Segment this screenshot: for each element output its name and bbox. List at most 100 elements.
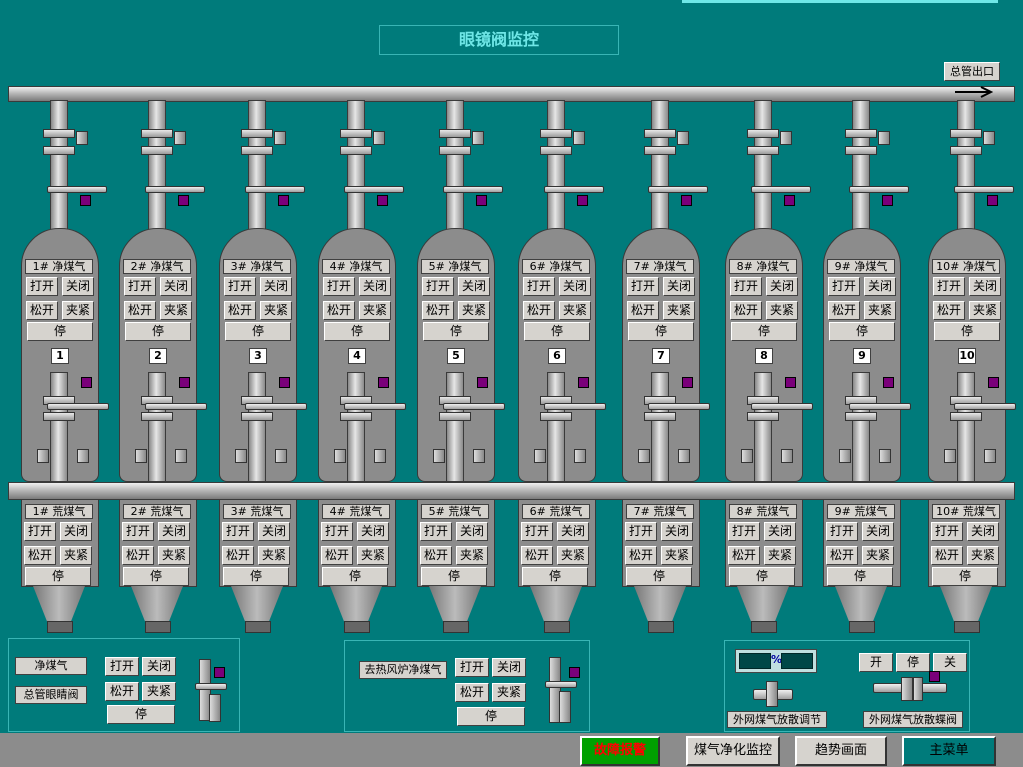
clean-close-button[interactable]: 关闭 xyxy=(559,277,591,296)
trend-button[interactable]: 趋势画面 xyxy=(795,736,887,766)
raw-loosen-button[interactable]: 松开 xyxy=(222,546,254,565)
raw-clamp-button[interactable]: 夹紧 xyxy=(357,546,389,565)
external-stop-button[interactable]: 停 xyxy=(896,653,930,672)
raw-clamp-button[interactable]: 夹紧 xyxy=(158,546,190,565)
clean-open-button[interactable]: 打开 xyxy=(26,277,58,296)
clean-close-button[interactable]: 关闭 xyxy=(969,277,1001,296)
hot-blast-loosen-button[interactable]: 松开 xyxy=(455,683,489,702)
clean-loosen-button[interactable]: 松开 xyxy=(26,301,58,320)
clean-clamp-button[interactable]: 夹紧 xyxy=(864,301,896,320)
clean-loosen-button[interactable]: 松开 xyxy=(627,301,659,320)
clean-close-button[interactable]: 关闭 xyxy=(160,277,192,296)
clean-open-button[interactable]: 打开 xyxy=(124,277,156,296)
raw-stop-button[interactable]: 停 xyxy=(827,567,893,586)
raw-clamp-button[interactable]: 夹紧 xyxy=(456,546,488,565)
hot-blast-stop-button[interactable]: 停 xyxy=(457,707,525,726)
raw-loosen-button[interactable]: 松开 xyxy=(728,546,760,565)
raw-close-button[interactable]: 关闭 xyxy=(357,522,389,541)
clean-close-button[interactable]: 关闭 xyxy=(766,277,798,296)
main-loosen-button[interactable]: 松开 xyxy=(105,682,139,701)
clean-loosen-button[interactable]: 松开 xyxy=(730,301,762,320)
clean-clamp-button[interactable]: 夹紧 xyxy=(559,301,591,320)
clean-close-button[interactable]: 关闭 xyxy=(359,277,391,296)
clean-clamp-button[interactable]: 夹紧 xyxy=(458,301,490,320)
raw-loosen-button[interactable]: 松开 xyxy=(625,546,657,565)
clean-stop-button[interactable]: 停 xyxy=(628,322,694,341)
clean-clamp-button[interactable]: 夹紧 xyxy=(663,301,695,320)
clean-stop-button[interactable]: 停 xyxy=(324,322,390,341)
clean-loosen-button[interactable]: 松开 xyxy=(828,301,860,320)
clean-close-button[interactable]: 关闭 xyxy=(458,277,490,296)
raw-clamp-button[interactable]: 夹紧 xyxy=(557,546,589,565)
clean-stop-button[interactable]: 停 xyxy=(225,322,291,341)
raw-loosen-button[interactable]: 松开 xyxy=(24,546,56,565)
raw-loosen-button[interactable]: 松开 xyxy=(521,546,553,565)
raw-close-button[interactable]: 关闭 xyxy=(967,522,999,541)
raw-clamp-button[interactable]: 夹紧 xyxy=(764,546,796,565)
raw-stop-button[interactable]: 停 xyxy=(626,567,692,586)
raw-open-button[interactable]: 打开 xyxy=(420,522,452,541)
raw-loosen-button[interactable]: 松开 xyxy=(321,546,353,565)
clean-open-button[interactable]: 打开 xyxy=(828,277,860,296)
alarm-button[interactable]: 故障报警 xyxy=(580,736,660,766)
clean-close-button[interactable]: 关闭 xyxy=(864,277,896,296)
raw-clamp-button[interactable]: 夹紧 xyxy=(661,546,693,565)
raw-close-button[interactable]: 关闭 xyxy=(557,522,589,541)
main-stop-button[interactable]: 停 xyxy=(107,705,175,724)
raw-close-button[interactable]: 关闭 xyxy=(862,522,894,541)
clean-stop-button[interactable]: 停 xyxy=(125,322,191,341)
clean-close-button[interactable]: 关闭 xyxy=(260,277,292,296)
raw-open-button[interactable]: 打开 xyxy=(122,522,154,541)
raw-loosen-button[interactable]: 松开 xyxy=(826,546,858,565)
clean-close-button[interactable]: 关闭 xyxy=(663,277,695,296)
clean-loosen-button[interactable]: 松开 xyxy=(224,301,256,320)
raw-open-button[interactable]: 打开 xyxy=(321,522,353,541)
clean-open-button[interactable]: 打开 xyxy=(523,277,555,296)
raw-open-button[interactable]: 打开 xyxy=(521,522,553,541)
main-clamp-button[interactable]: 夹紧 xyxy=(142,682,176,701)
raw-stop-button[interactable]: 停 xyxy=(522,567,588,586)
clean-stop-button[interactable]: 停 xyxy=(934,322,1000,341)
clean-stop-button[interactable]: 停 xyxy=(731,322,797,341)
clean-open-button[interactable]: 打开 xyxy=(933,277,965,296)
clean-clamp-button[interactable]: 夹紧 xyxy=(62,301,94,320)
clean-clamp-button[interactable]: 夹紧 xyxy=(766,301,798,320)
raw-open-button[interactable]: 打开 xyxy=(931,522,963,541)
clean-clamp-button[interactable]: 夹紧 xyxy=(160,301,192,320)
raw-open-button[interactable]: 打开 xyxy=(222,522,254,541)
raw-stop-button[interactable]: 停 xyxy=(729,567,795,586)
external-open-button[interactable]: 开 xyxy=(859,653,893,672)
raw-close-button[interactable]: 关闭 xyxy=(258,522,290,541)
main-close-button[interactable]: 关闭 xyxy=(142,657,176,676)
hot-blast-close-button[interactable]: 关闭 xyxy=(492,658,526,677)
raw-clamp-button[interactable]: 夹紧 xyxy=(258,546,290,565)
raw-close-button[interactable]: 关闭 xyxy=(764,522,796,541)
raw-stop-button[interactable]: 停 xyxy=(123,567,189,586)
raw-stop-button[interactable]: 停 xyxy=(25,567,91,586)
raw-stop-button[interactable]: 停 xyxy=(322,567,388,586)
raw-stop-button[interactable]: 停 xyxy=(223,567,289,586)
clean-open-button[interactable]: 打开 xyxy=(730,277,762,296)
clean-stop-button[interactable]: 停 xyxy=(423,322,489,341)
main-open-button[interactable]: 打开 xyxy=(105,657,139,676)
raw-open-button[interactable]: 打开 xyxy=(728,522,760,541)
raw-loosen-button[interactable]: 松开 xyxy=(420,546,452,565)
clean-open-button[interactable]: 打开 xyxy=(224,277,256,296)
clean-loosen-button[interactable]: 松开 xyxy=(523,301,555,320)
raw-stop-button[interactable]: 停 xyxy=(932,567,998,586)
clean-open-button[interactable]: 打开 xyxy=(323,277,355,296)
clean-clamp-button[interactable]: 夹紧 xyxy=(969,301,1001,320)
clean-loosen-button[interactable]: 松开 xyxy=(323,301,355,320)
clean-loosen-button[interactable]: 松开 xyxy=(422,301,454,320)
hot-blast-clamp-button[interactable]: 夹紧 xyxy=(492,683,526,702)
raw-loosen-button[interactable]: 松开 xyxy=(931,546,963,565)
raw-close-button[interactable]: 关闭 xyxy=(661,522,693,541)
clean-close-button[interactable]: 关闭 xyxy=(62,277,94,296)
raw-close-button[interactable]: 关闭 xyxy=(158,522,190,541)
clean-stop-button[interactable]: 停 xyxy=(27,322,93,341)
external-close-button[interactable]: 关 xyxy=(933,653,967,672)
main-menu-button[interactable]: 主菜单 xyxy=(902,736,996,766)
clean-open-button[interactable]: 打开 xyxy=(627,277,659,296)
clean-loosen-button[interactable]: 松开 xyxy=(124,301,156,320)
raw-clamp-button[interactable]: 夹紧 xyxy=(862,546,894,565)
